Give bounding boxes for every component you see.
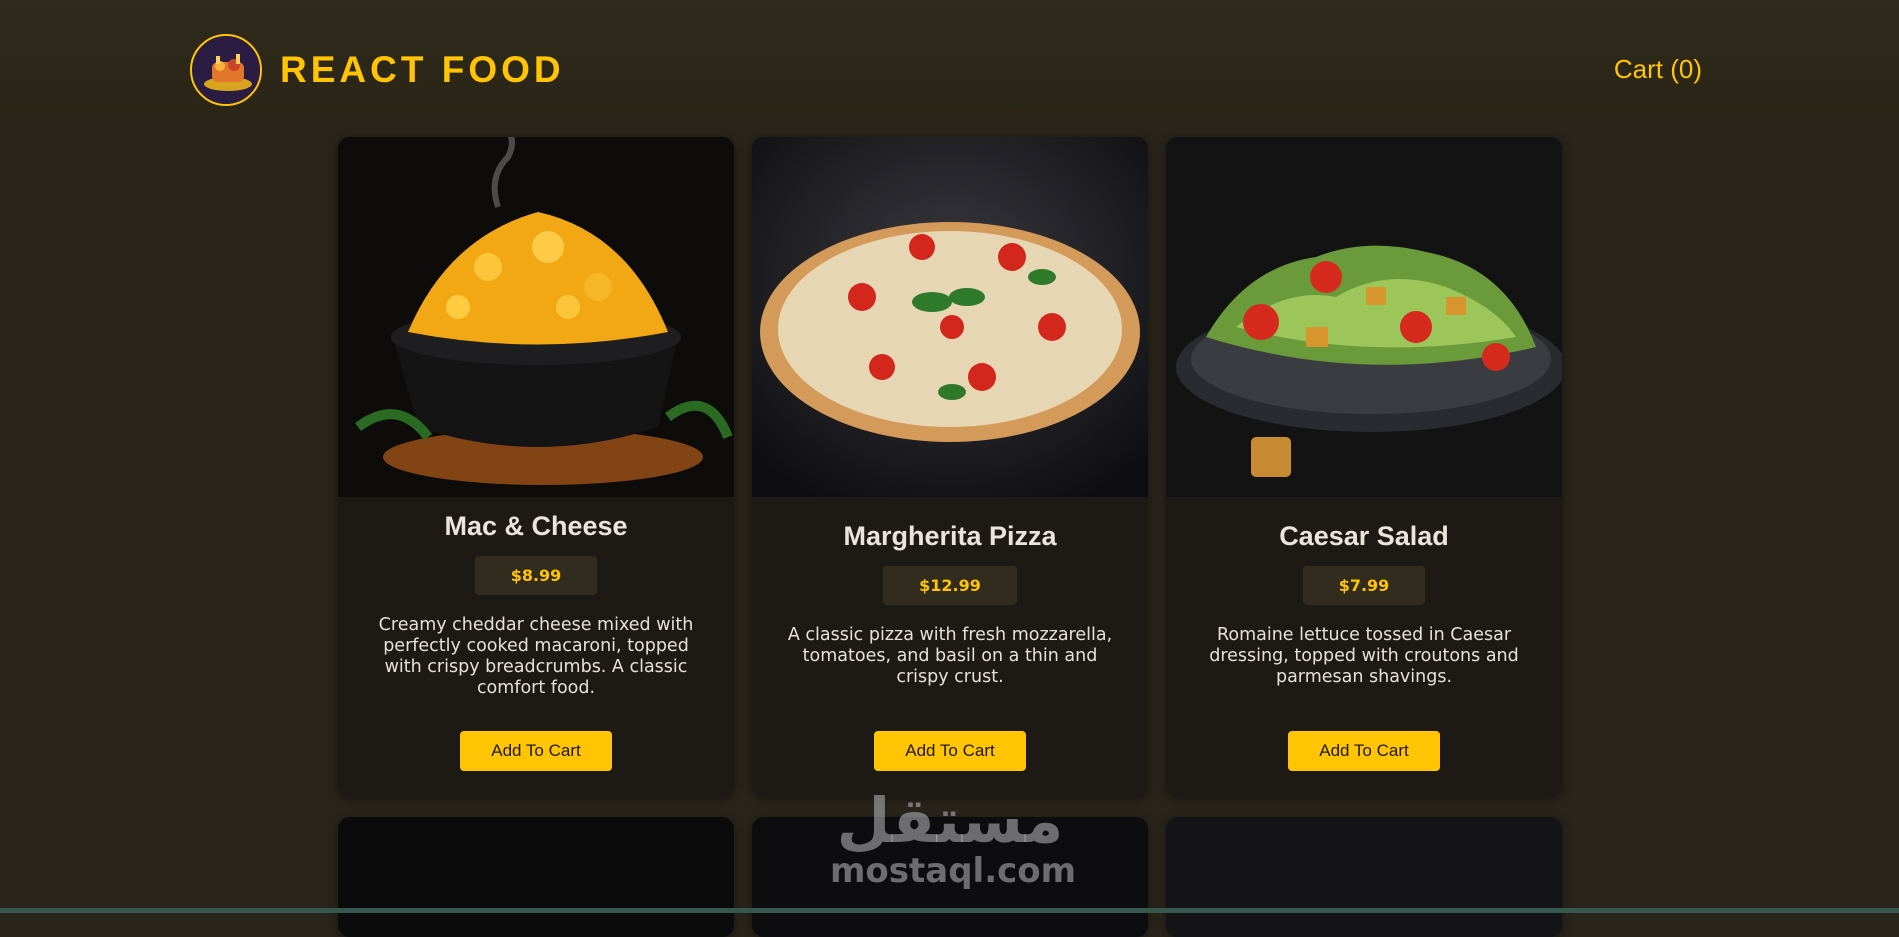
meal-image [1166, 817, 1562, 937]
meal-price: $8.99 [474, 556, 598, 595]
watermark-arabic: مستقل [836, 784, 1064, 857]
meal-description: Creamy cheddar cheese mixed with perfect… [378, 615, 694, 698]
meal-card-partial [338, 817, 734, 937]
watermark-latin: mostaql.com [830, 851, 1077, 891]
brand-title: REACT FOOD [280, 49, 565, 90]
meal-image [338, 817, 734, 937]
meal-card-partial [1166, 817, 1562, 937]
meal-image-caesar-salad [1166, 137, 1562, 497]
bottom-strip [0, 908, 1899, 913]
cart-button[interactable]: Cart (0) [1614, 54, 1702, 85]
meal-card-caesar-salad: Caesar Salad $7.99 Romaine lettuce tosse… [1166, 137, 1562, 797]
meal-title: Mac & Cheese [444, 511, 628, 541]
meal-card-margherita-pizza: Margherita Pizza $12.99 A classic pizza … [752, 137, 1148, 797]
meal-image-mac-cheese [338, 137, 734, 497]
add-to-cart-button[interactable]: Add To Cart [460, 731, 612, 771]
site-header: REACT FOOD Cart (0) [0, 0, 1899, 118]
meal-title: Caesar Salad [1279, 521, 1449, 551]
meal-price: $12.99 [883, 566, 1017, 605]
add-to-cart-button[interactable]: Add To Cart [874, 731, 1026, 771]
meal-card-mac-cheese: Mac & Cheese $8.99 Creamy cheddar cheese… [338, 137, 734, 797]
add-to-cart-button[interactable]: Add To Cart [1288, 731, 1440, 771]
meal-title: Margherita Pizza [843, 521, 1057, 551]
meal-price: $7.99 [1302, 566, 1426, 605]
meal-description: A classic pizza with fresh mozzarella, t… [787, 625, 1113, 687]
watermark: مستقل mostaql.com [830, 784, 1077, 891]
meal-description: Romaine lettuce tossed in Caesar dressin… [1209, 625, 1519, 687]
brand[interactable]: REACT FOOD [190, 34, 565, 106]
logo-icon [190, 34, 262, 106]
meal-image-margherita-pizza [752, 137, 1148, 497]
